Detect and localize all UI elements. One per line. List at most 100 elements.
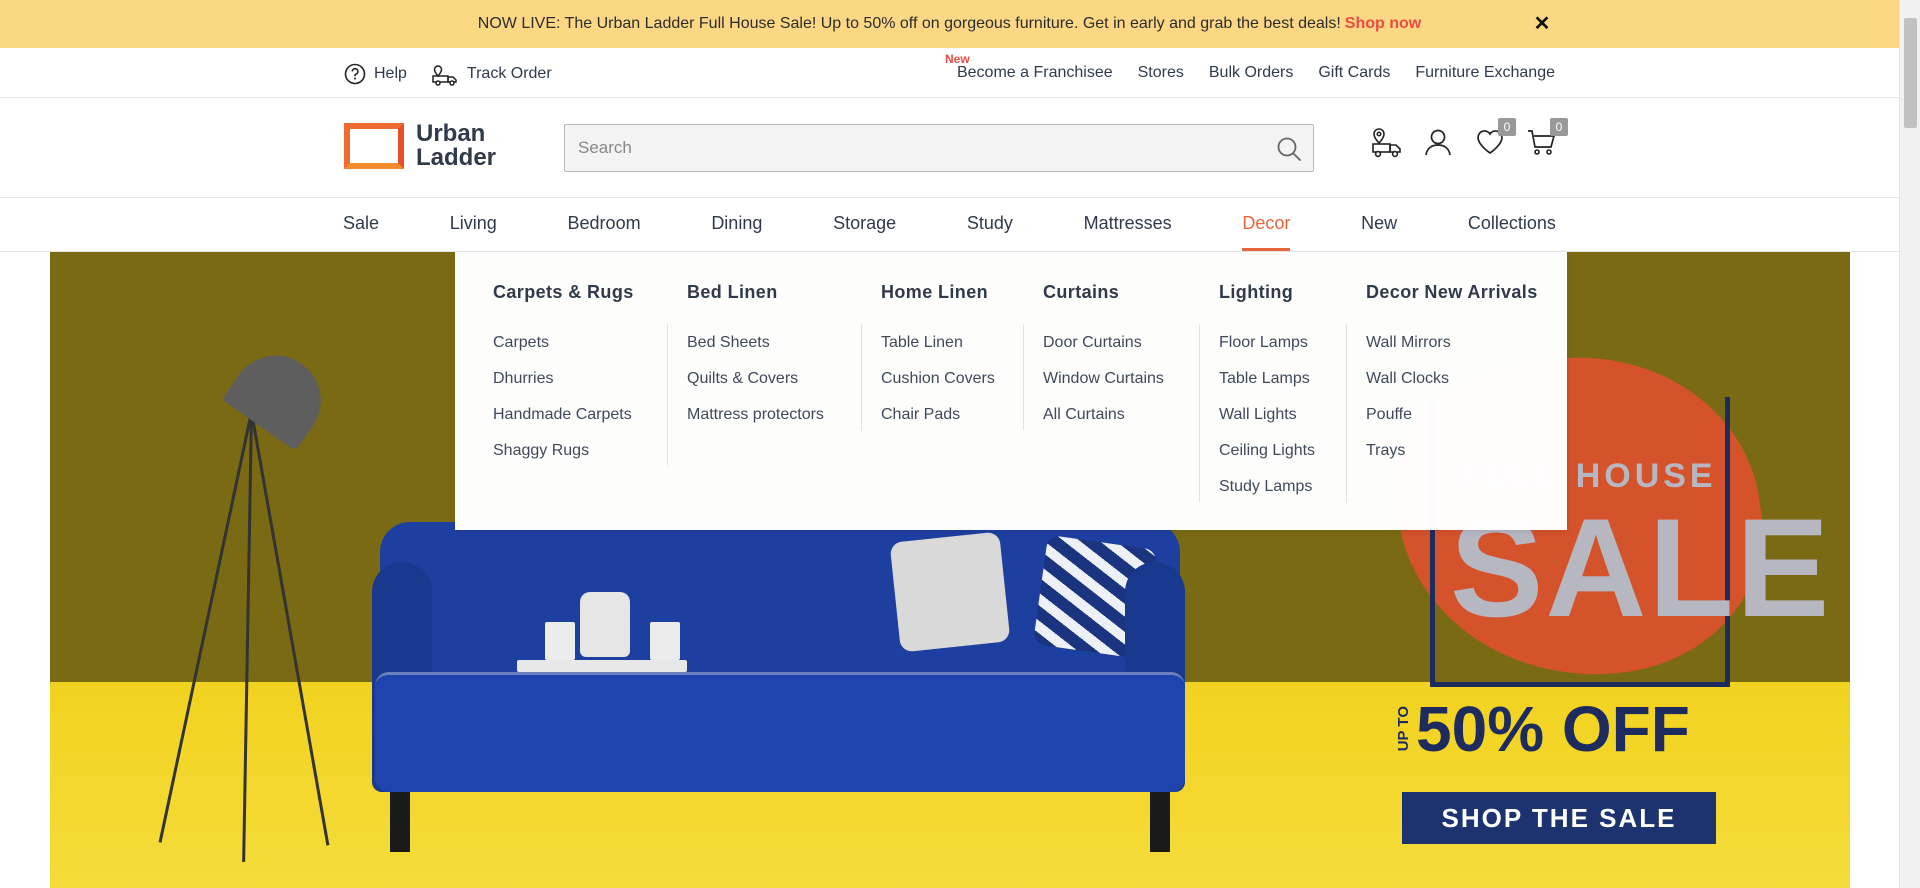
utility-bar: Help Track Order New Become a Franchisee…: [0, 48, 1899, 98]
menu-link-floor-lamps[interactable]: Floor Lamps: [1219, 325, 1315, 361]
truck-icon: [432, 65, 457, 86]
nav-storage[interactable]: Storage: [833, 198, 896, 251]
menu-divider: [1199, 324, 1200, 502]
gift-cards-link[interactable]: Gift Cards: [1318, 64, 1390, 82]
nav-study[interactable]: Study: [967, 198, 1013, 251]
logo-line-2: Ladder: [416, 144, 497, 171]
menu-heading[interactable]: Decor New Arrivals: [1366, 282, 1538, 303]
menu-link-wall-clocks[interactable]: Wall Clocks: [1366, 361, 1538, 397]
discount-text: UP TO 50% OFF: [1395, 692, 1690, 766]
search-icon[interactable]: [1275, 135, 1303, 163]
menu-link-door-curtains[interactable]: Door Curtains: [1043, 325, 1164, 361]
logo-text: Urban Ladder: [416, 122, 496, 170]
menu-column-decor-new-arrivals: Decor New Arrivals Wall Mirrors Wall Clo…: [1366, 282, 1538, 469]
nav-decor[interactable]: Decor: [1242, 198, 1291, 251]
account-button[interactable]: [1422, 126, 1454, 158]
nav-bedroom[interactable]: Bedroom: [568, 198, 641, 251]
help-label: Help: [374, 65, 407, 82]
menu-column-curtains: Curtains Door Curtains Window Curtains A…: [1043, 282, 1164, 433]
menu-link-trays[interactable]: Trays: [1366, 433, 1538, 469]
menu-link-chair-pads[interactable]: Chair Pads: [881, 397, 995, 433]
tray: [517, 660, 687, 672]
menu-link-carpets[interactable]: Carpets: [493, 325, 634, 361]
cup: [650, 622, 680, 660]
nav-dining[interactable]: Dining: [711, 198, 762, 251]
shop-now-link[interactable]: Shop now: [1345, 15, 1421, 33]
menu-link-ceiling-lights[interactable]: Ceiling Lights: [1219, 433, 1315, 469]
teapot: [580, 592, 630, 657]
sofa-leg: [1150, 792, 1170, 852]
track-order-link[interactable]: Track Order: [431, 62, 552, 86]
sofa-leg: [390, 792, 410, 852]
decor-mega-menu: Carpets & Rugs Carpets Dhurries Handmade…: [455, 252, 1567, 530]
menu-link-shaggy-rugs[interactable]: Shaggy Rugs: [493, 433, 634, 469]
franchisee-link[interactable]: New Become a Franchisee: [945, 52, 1113, 82]
shop-the-sale-button[interactable]: SHOP THE SALE: [1402, 792, 1716, 844]
menu-link-quilts-covers[interactable]: Quilts & Covers: [687, 361, 824, 397]
furniture-exchange-link[interactable]: Furniture Exchange: [1415, 64, 1555, 82]
menu-link-study-lamps[interactable]: Study Lamps: [1219, 469, 1315, 505]
menu-heading[interactable]: Carpets & Rugs: [493, 282, 634, 303]
menu-link-mattress-protectors[interactable]: Mattress protectors: [687, 397, 824, 433]
truck-location-icon: [1372, 128, 1401, 158]
search-input[interactable]: [565, 125, 1245, 171]
menu-column-bed-linen: Bed Linen Bed Sheets Quilts & Covers Mat…: [687, 282, 824, 433]
menu-divider: [861, 324, 862, 430]
logo[interactable]: Urban Ladder: [344, 122, 496, 170]
menu-heading[interactable]: Bed Linen: [687, 282, 824, 303]
announcement-bar: NOW LIVE: The Urban Ladder Full House Sa…: [0, 0, 1899, 48]
menu-link-bed-sheets[interactable]: Bed Sheets: [687, 325, 824, 361]
menu-link-dhurries[interactable]: Dhurries: [493, 361, 634, 397]
cart-count-badge: 0: [1550, 118, 1568, 136]
track-order-label: Track Order: [466, 65, 552, 82]
menu-divider: [1346, 324, 1347, 502]
help-icon: [344, 63, 366, 85]
close-icon[interactable]: ✕: [1530, 12, 1554, 36]
franchisee-label: Become a Franchisee: [956, 64, 1113, 81]
announcement-text: NOW LIVE: The Urban Ladder Full House Sa…: [477, 15, 1341, 32]
menu-link-cushion-covers[interactable]: Cushion Covers: [881, 361, 995, 397]
upto-label: UP TO: [1395, 706, 1412, 752]
main-nav: Sale Living Bedroom Dining Storage Study…: [0, 198, 1899, 252]
nav-collections[interactable]: Collections: [1468, 198, 1556, 251]
menu-link-wall-lights[interactable]: Wall Lights: [1219, 397, 1315, 433]
menu-heading[interactable]: Home Linen: [881, 282, 995, 303]
nav-new[interactable]: New: [1361, 198, 1397, 251]
sofa-seat: [375, 672, 1185, 792]
wishlist-button[interactable]: 0: [1474, 118, 1516, 158]
menu-link-table-lamps[interactable]: Table Lamps: [1219, 361, 1315, 397]
track-order-header-button[interactable]: [1370, 126, 1402, 158]
nav-living[interactable]: Living: [450, 198, 497, 251]
page-scrollbar[interactable]: [1899, 0, 1920, 888]
menu-heading[interactable]: Lighting: [1219, 282, 1315, 303]
site-header: Urban Ladder Search 0 0: [0, 98, 1899, 198]
search-box: [564, 124, 1314, 172]
menu-link-wall-mirrors[interactable]: Wall Mirrors: [1366, 325, 1538, 361]
menu-column-carpets-rugs: Carpets & Rugs Carpets Dhurries Handmade…: [493, 282, 634, 469]
menu-heading[interactable]: Curtains: [1043, 282, 1164, 303]
user-icon: [1425, 129, 1451, 156]
white-pillow: [889, 531, 1011, 653]
cup: [545, 622, 575, 660]
scrollbar-thumb[interactable]: [1904, 18, 1917, 128]
menu-link-window-curtains[interactable]: Window Curtains: [1043, 361, 1164, 397]
logo-line-1: Urban: [416, 120, 486, 147]
wishlist-count-badge: 0: [1498, 118, 1516, 136]
menu-link-handmade-carpets[interactable]: Handmade Carpets: [493, 397, 634, 433]
menu-link-all-curtains[interactable]: All Curtains: [1043, 397, 1164, 433]
menu-link-pouffe[interactable]: Pouffe: [1366, 397, 1538, 433]
logo-mark: [344, 123, 404, 169]
menu-link-table-linen[interactable]: Table Linen: [881, 325, 995, 361]
discount-value: 50% OFF: [1416, 693, 1690, 765]
new-badge: New: [944, 52, 970, 66]
help-link[interactable]: Help: [344, 62, 407, 86]
menu-divider: [1023, 324, 1024, 430]
menu-column-home-linen: Home Linen Table Linen Cushion Covers Ch…: [881, 282, 995, 433]
bulk-orders-link[interactable]: Bulk Orders: [1209, 64, 1293, 82]
nav-mattresses[interactable]: Mattresses: [1084, 198, 1172, 251]
cart-button[interactable]: 0: [1526, 118, 1568, 158]
menu-column-lighting: Lighting Floor Lamps Table Lamps Wall Li…: [1219, 282, 1315, 505]
nav-sale[interactable]: Sale: [343, 198, 379, 251]
stores-link[interactable]: Stores: [1138, 64, 1184, 82]
menu-divider: [667, 324, 668, 465]
